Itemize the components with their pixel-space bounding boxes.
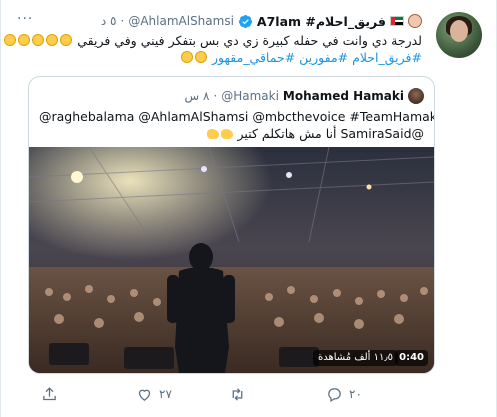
reply-button[interactable]: ٢٠ bbox=[326, 382, 362, 406]
rolling-laughing-emoji-icon bbox=[3, 33, 73, 48]
view-count-badge: ١١٫٥ ألف مُشاهدة bbox=[313, 350, 398, 366]
more-options-icon[interactable]: ··· bbox=[17, 12, 35, 28]
tweet-text-line: لدرجة دي وانت في حفله كبيرة زي دي بس بتف… bbox=[4, 32, 422, 49]
share-button[interactable] bbox=[41, 382, 64, 406]
quoted-tweet[interactable]: Mohamed Hamaki @Hamaki · ٨ س @raghebalam… bbox=[28, 76, 435, 374]
quoted-author-avatar[interactable] bbox=[408, 88, 424, 104]
reply-count: ٢٠ bbox=[349, 387, 362, 401]
author-avatar[interactable] bbox=[436, 12, 482, 58]
concert-video-frame bbox=[29, 147, 434, 373]
laughing-emoji-icon bbox=[180, 50, 208, 65]
tweet-actions: ٢٧ ٢٠ bbox=[1, 382, 497, 406]
quoted-header: Mohamed Hamaki @Hamaki · ٨ س bbox=[184, 87, 424, 105]
retweet-icon bbox=[232, 387, 243, 401]
quoted-mentions-line: @raghebalama @AhlamAlShamsi @mbcthevoice… bbox=[39, 109, 435, 124]
video-duration-badge: 0:40 bbox=[395, 350, 428, 366]
share-icon bbox=[43, 386, 56, 400]
uae-flag-icon bbox=[390, 16, 404, 26]
quoted-timestamp[interactable]: ٨ س bbox=[184, 89, 209, 103]
tweet-header: A7lam #فريق_احلام @AhlamAlShamsi · ٥ د bbox=[101, 10, 422, 32]
author-handle[interactable]: @AhlamAlShamsi bbox=[128, 14, 234, 28]
verified-icon bbox=[238, 14, 252, 28]
tweet-text: لدرجة دي وانت في حفله كبيرة زي دي بس بتف… bbox=[4, 32, 422, 66]
separator-dot: · bbox=[213, 89, 218, 103]
quoted-text: @raghebalama @AhlamAlShamsi @mbcthevoice… bbox=[39, 108, 435, 142]
tweet-timestamp[interactable]: ٥ د bbox=[101, 14, 117, 28]
flexed-biceps-emoji-icon bbox=[206, 126, 234, 141]
woman-emoji-icon bbox=[408, 14, 422, 28]
separator-dot: · bbox=[120, 14, 125, 28]
like-icon bbox=[138, 389, 151, 401]
video-player[interactable]: ١١٫٥ ألف مُشاهدة 0:40 bbox=[29, 147, 434, 373]
quoted-author-handle[interactable]: @Hamaki bbox=[221, 89, 279, 103]
like-button[interactable]: ٢٧ bbox=[136, 382, 172, 406]
like-count: ٢٧ bbox=[159, 387, 172, 401]
quoted-author-name[interactable]: Mohamed Hamaki bbox=[283, 89, 404, 103]
quoted-text-line: @SamiraSaid أنا مش هاتكلم كتير bbox=[39, 125, 424, 142]
retweet-button[interactable] bbox=[229, 382, 252, 406]
hashtags[interactable]: #فريق_احلام #مفورين #حماقي_مقهور bbox=[212, 50, 422, 65]
tweet-card[interactable]: ··· A7lam #فريق_احلام @AhlamAlShamsi · ٥… bbox=[0, 0, 497, 417]
tweet-hashtags-line: #فريق_احلام #مفورين #حماقي_مقهور bbox=[17, 49, 422, 66]
reply-icon bbox=[328, 387, 341, 402]
author-display-name[interactable]: A7lam #فريق_احلام bbox=[257, 14, 386, 29]
